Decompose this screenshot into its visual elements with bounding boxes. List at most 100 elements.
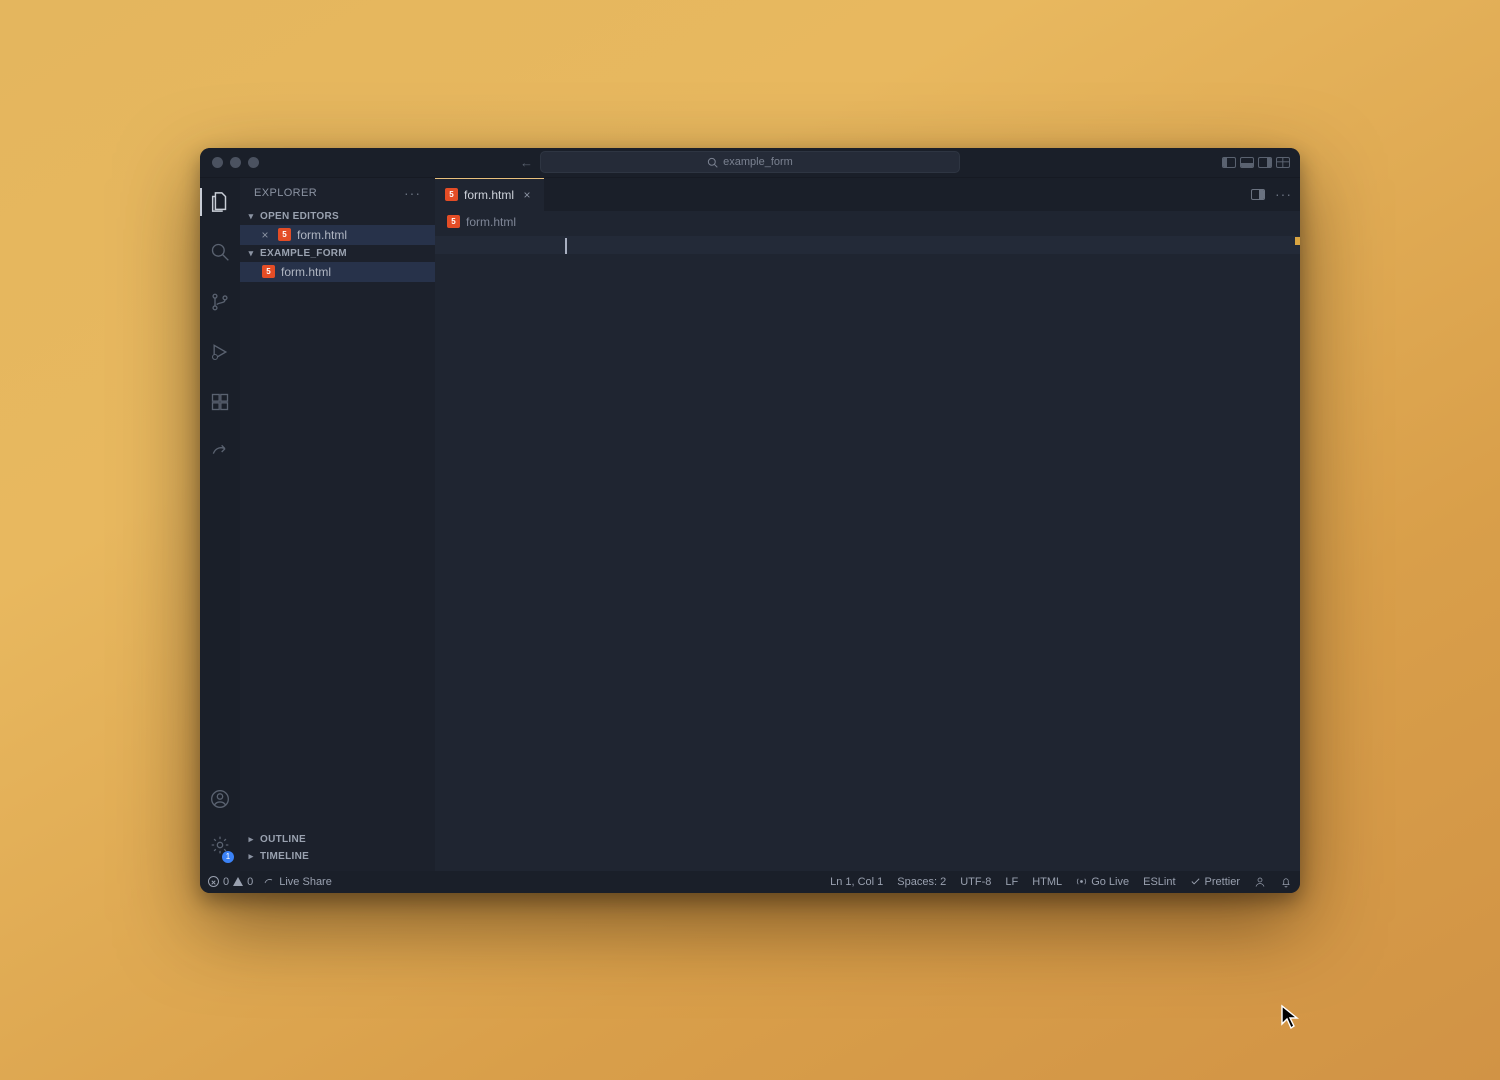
timeline-label: TIMELINE bbox=[260, 851, 309, 862]
indentation-label: Spaces: 2 bbox=[897, 876, 946, 888]
status-eslint[interactable]: ESLint bbox=[1143, 876, 1175, 888]
activity-extensions[interactable] bbox=[200, 386, 240, 418]
code-area[interactable] bbox=[500, 233, 1300, 871]
cursor-position-label: Ln 1, Col 1 bbox=[830, 876, 883, 888]
encoding-label: UTF-8 bbox=[960, 876, 991, 888]
activity-bar: 1 bbox=[200, 178, 240, 871]
status-bar: 0 0 Live Share Ln 1, Col 1 Spaces: 2 UTF… bbox=[200, 871, 1300, 893]
files-icon bbox=[209, 191, 231, 213]
tab-form-html[interactable]: 5 form.html × bbox=[435, 178, 544, 211]
eslint-label: ESLint bbox=[1143, 876, 1175, 888]
html5-icon: 5 bbox=[445, 188, 458, 201]
activity-accounts[interactable] bbox=[200, 783, 240, 815]
person-icon bbox=[1254, 876, 1266, 888]
editor-tabs: 5 form.html × ··· bbox=[435, 178, 1300, 211]
bell-icon bbox=[1280, 876, 1292, 888]
sidebar-header: EXPLORER ··· bbox=[240, 178, 435, 208]
status-notifications[interactable] bbox=[1280, 876, 1292, 888]
file-item[interactable]: 5 form.html bbox=[240, 262, 435, 282]
activity-source-control[interactable] bbox=[200, 286, 240, 318]
file-name: form.html bbox=[281, 265, 331, 279]
chevron-down-icon: ▾ bbox=[246, 248, 256, 259]
editor-more-icon[interactable]: ··· bbox=[1275, 186, 1292, 202]
language-label: HTML bbox=[1032, 876, 1062, 888]
section-outline[interactable]: ▸ OUTLINE bbox=[240, 831, 435, 848]
share-arrow-icon bbox=[210, 442, 230, 462]
chevron-down-icon: ▾ bbox=[246, 211, 256, 222]
section-folder[interactable]: ▾ EXAMPLE_FORM bbox=[240, 245, 435, 262]
toggle-primary-sidebar-icon[interactable] bbox=[1222, 157, 1236, 168]
status-encoding[interactable]: UTF-8 bbox=[960, 876, 991, 888]
customize-layout-icon[interactable] bbox=[1276, 157, 1290, 168]
section-open-editors[interactable]: ▾ OPEN EDITORS bbox=[240, 208, 435, 225]
check-icon bbox=[1190, 876, 1201, 887]
status-right: Ln 1, Col 1 Spaces: 2 UTF-8 LF HTML Go L… bbox=[830, 876, 1292, 888]
status-golive[interactable]: Go Live bbox=[1076, 876, 1129, 888]
broadcast-icon bbox=[1076, 876, 1087, 887]
account-icon bbox=[210, 789, 230, 809]
window-zoom-dot[interactable] bbox=[248, 157, 259, 168]
activity-search[interactable] bbox=[200, 236, 240, 268]
nav-back-icon[interactable]: ← bbox=[520, 155, 533, 170]
sidebar-title: EXPLORER bbox=[254, 187, 317, 199]
warning-icon bbox=[233, 877, 243, 886]
extensions-icon bbox=[210, 392, 230, 412]
status-prettier[interactable]: Prettier bbox=[1190, 876, 1240, 888]
chevron-right-icon: ▸ bbox=[246, 834, 256, 845]
breadcrumb-file: form.html bbox=[466, 215, 516, 229]
window-traffic-lights[interactable] bbox=[212, 157, 259, 168]
overview-ruler-marker bbox=[1295, 237, 1300, 245]
activity-run-debug[interactable] bbox=[200, 336, 240, 368]
toggle-secondary-sidebar-icon[interactable] bbox=[1258, 157, 1272, 168]
section-timeline[interactable]: ▸ TIMELINE bbox=[240, 848, 435, 865]
close-tab-icon[interactable]: × bbox=[520, 188, 534, 202]
open-editors-label: OPEN EDITORS bbox=[260, 211, 339, 222]
open-editor-filename: form.html bbox=[297, 228, 347, 242]
window-minimize-dot[interactable] bbox=[230, 157, 241, 168]
status-feedback[interactable] bbox=[1254, 876, 1266, 888]
broadcast-icon bbox=[263, 876, 275, 888]
html5-icon: 5 bbox=[262, 265, 275, 278]
close-editor-icon[interactable]: × bbox=[258, 228, 272, 242]
html5-icon: 5 bbox=[278, 228, 291, 241]
status-problems[interactable]: 0 0 bbox=[208, 876, 253, 888]
text-cursor bbox=[565, 238, 567, 254]
error-count: 0 bbox=[223, 876, 229, 888]
chevron-right-icon: ▸ bbox=[246, 851, 256, 862]
activity-settings[interactable]: 1 bbox=[200, 829, 240, 861]
sidebar-bottom: ▸ OUTLINE ▸ TIMELINE bbox=[240, 831, 435, 871]
sidebar-more-icon[interactable]: ··· bbox=[404, 185, 421, 201]
prettier-label: Prettier bbox=[1205, 876, 1240, 888]
outline-label: OUTLINE bbox=[260, 834, 306, 845]
layout-controls bbox=[1222, 157, 1290, 168]
titlebar-right bbox=[1222, 157, 1290, 168]
tab-label: form.html bbox=[464, 188, 514, 202]
status-cursor-position[interactable]: Ln 1, Col 1 bbox=[830, 876, 883, 888]
code-editor[interactable]: 1 bbox=[435, 233, 1300, 871]
branch-icon bbox=[210, 292, 230, 312]
search-icon bbox=[210, 242, 230, 262]
command-center[interactable]: example_form bbox=[540, 151, 960, 173]
breadcrumb[interactable]: 5 form.html bbox=[435, 211, 1300, 233]
settings-update-badge: 1 bbox=[222, 851, 234, 863]
explorer-tree: ▾ OPEN EDITORS × 5 form.html ▾ EXAMPLE_F… bbox=[240, 208, 435, 831]
error-icon bbox=[208, 876, 219, 887]
activity-live-share[interactable] bbox=[200, 436, 240, 468]
window-close-dot[interactable] bbox=[212, 157, 223, 168]
vscode-window: ← → example_form bbox=[200, 148, 1300, 893]
html5-icon: 5 bbox=[447, 215, 460, 228]
command-center-label: example_form bbox=[723, 156, 793, 168]
workbench-body: 1 EXPLORER ··· ▾ OPEN EDITORS × bbox=[200, 178, 1300, 871]
eol-label: LF bbox=[1005, 876, 1018, 888]
liveshare-label: Live Share bbox=[279, 876, 332, 888]
status-eol[interactable]: LF bbox=[1005, 876, 1018, 888]
search-icon bbox=[707, 157, 718, 168]
status-language[interactable]: HTML bbox=[1032, 876, 1062, 888]
mouse-cursor-icon bbox=[1280, 1004, 1300, 1030]
activity-explorer[interactable] bbox=[200, 186, 240, 218]
status-indentation[interactable]: Spaces: 2 bbox=[897, 876, 946, 888]
toggle-panel-icon[interactable] bbox=[1240, 157, 1254, 168]
status-liveshare[interactable]: Live Share bbox=[263, 876, 332, 888]
open-editor-item[interactable]: × 5 form.html bbox=[240, 225, 435, 245]
split-editor-icon[interactable] bbox=[1251, 189, 1265, 200]
